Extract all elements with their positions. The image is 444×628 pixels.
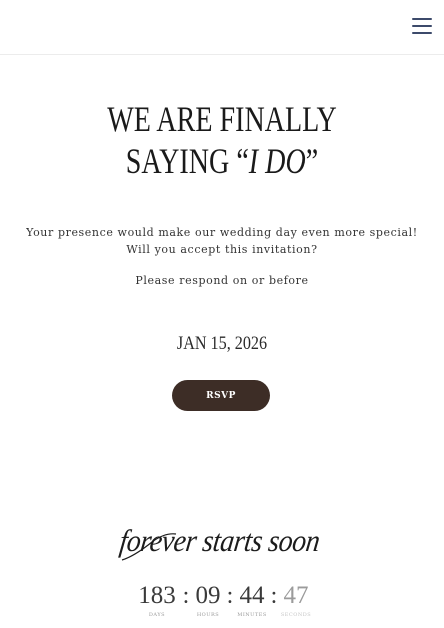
invitation-message: Your presence would make our wedding day… bbox=[0, 224, 444, 258]
headline-i-do: I DO bbox=[248, 141, 306, 181]
headline-line-2-prefix: SAYING “ bbox=[125, 141, 249, 181]
page-title: WE ARE FINALLY SAYING “I DO” bbox=[49, 98, 395, 182]
rsvp-deadline-date: JAN 15, 2026 bbox=[176, 333, 268, 354]
countdown-hours-label: HOURS bbox=[196, 612, 220, 618]
hamburger-menu-icon[interactable] bbox=[412, 15, 432, 35]
countdown-seconds-label: SECONDS bbox=[280, 612, 312, 618]
countdown-script-title: forever starts soon bbox=[117, 523, 322, 558]
headline-line-2: SAYING “I DO” bbox=[49, 140, 395, 182]
headline-line-1: WE ARE FINALLY bbox=[107, 99, 337, 139]
respond-by-text: Please respond on or before bbox=[135, 274, 309, 287]
message-line-1: Your presence would make our wedding day… bbox=[26, 226, 418, 239]
countdown-minutes-label: MINUTES bbox=[237, 612, 267, 618]
countdown-days: 183 bbox=[138, 582, 176, 609]
top-header bbox=[0, 0, 444, 55]
headline-line-2-suffix: ” bbox=[305, 141, 319, 181]
countdown-days-label: DAYS bbox=[148, 612, 166, 618]
message-line-2: Will you accept this invitation? bbox=[126, 243, 318, 256]
countdown-timer: 183 : 09 : 44 : 47 DAYS HOURS MINUTES SE… bbox=[0, 582, 444, 628]
countdown-seconds: 47 bbox=[283, 582, 309, 609]
rsvp-button[interactable]: RSVP bbox=[172, 380, 270, 411]
